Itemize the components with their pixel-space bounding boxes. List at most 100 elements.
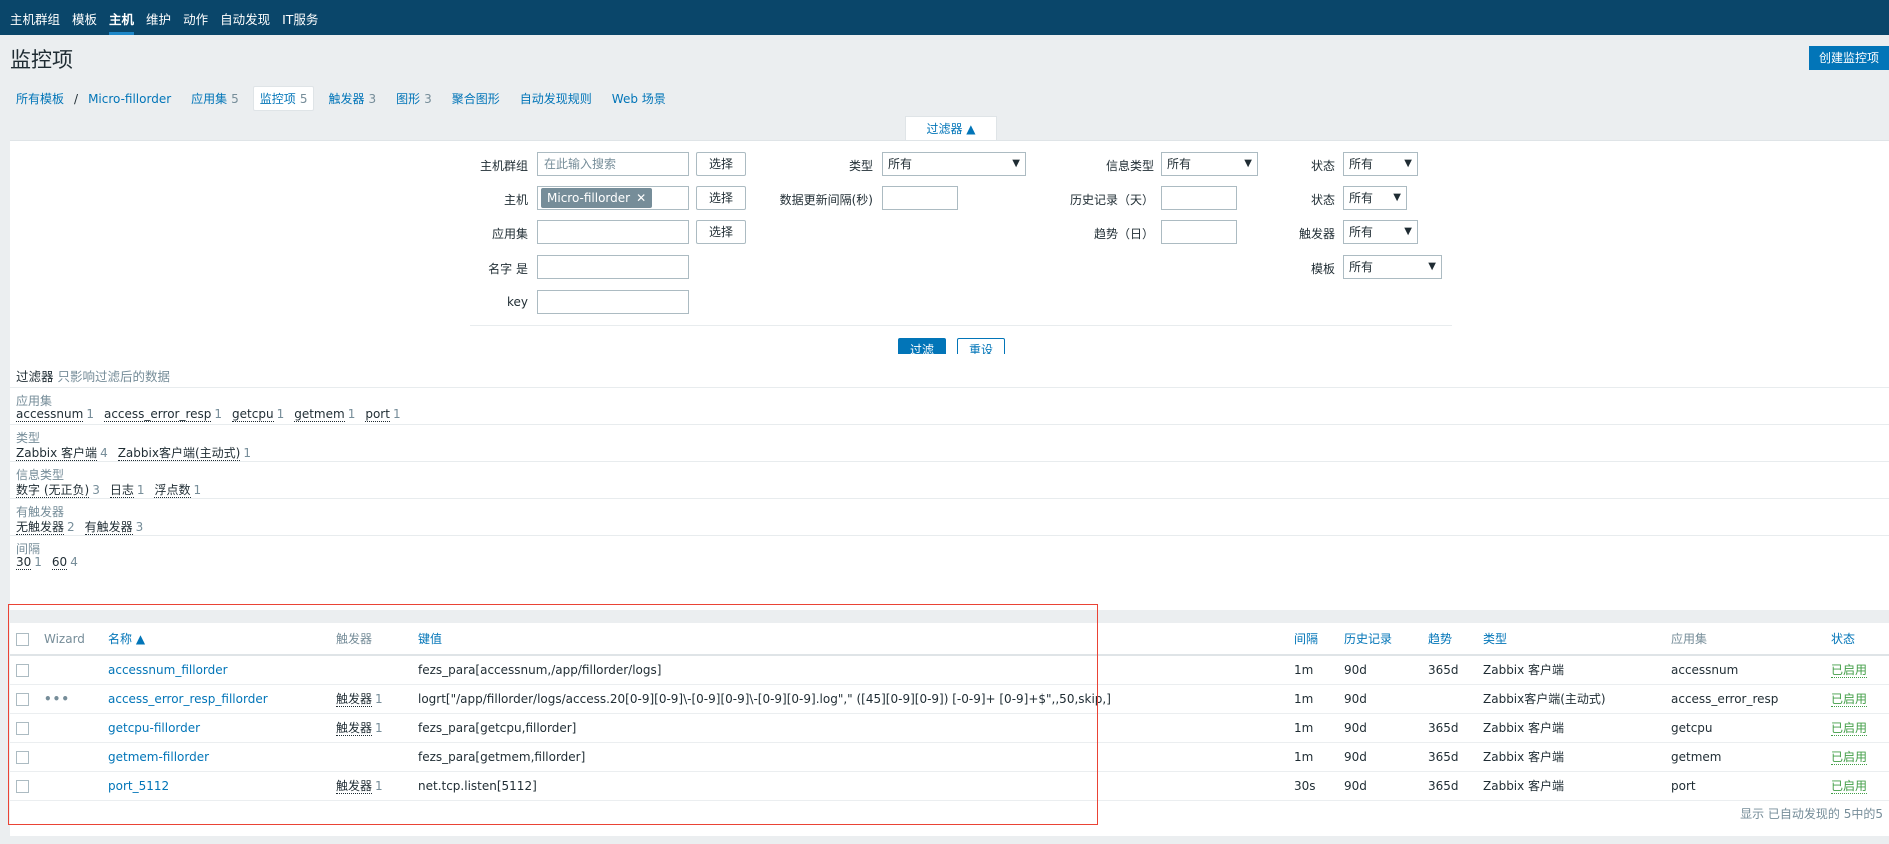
row-checkbox[interactable] bbox=[16, 692, 29, 706]
subfilter-value-label: getcpu bbox=[232, 407, 274, 422]
breadcrumb-item[interactable]: 图形 3 bbox=[390, 87, 438, 110]
item-type: Zabbix 客户端 bbox=[1483, 779, 1565, 793]
app-input[interactable] bbox=[537, 220, 689, 244]
item-name-link[interactable]: getmem-fillorder bbox=[108, 750, 209, 764]
item-application: getcpu bbox=[1671, 720, 1713, 735]
sort-by-key-link[interactable]: 键值 bbox=[418, 632, 442, 646]
triggers-select[interactable]: 所有 ▼ bbox=[1343, 220, 1418, 244]
nav-tab[interactable]: 维护 bbox=[140, 5, 177, 35]
item-name-link[interactable]: accessnum_fillorder bbox=[108, 663, 228, 677]
type-select[interactable]: 所有 ▼ bbox=[882, 152, 1026, 176]
host-group-input[interactable]: 在此输入搜索 bbox=[537, 152, 689, 176]
wizard-menu-icon[interactable]: ••• bbox=[44, 692, 70, 706]
breadcrumb-item[interactable]: 应用集 5 bbox=[185, 87, 245, 110]
breadcrumb-item[interactable]: 监控项 5 bbox=[252, 86, 315, 111]
nav-tab[interactable]: 主机群组 bbox=[4, 5, 66, 35]
subfilter-value[interactable]: getcpu 1 bbox=[232, 407, 284, 422]
subfilter-value[interactable]: 无触发器 2 bbox=[16, 518, 75, 535]
sort-by-history-link[interactable]: 历史记录 bbox=[1344, 632, 1392, 646]
status-toggle-link[interactable]: 已启用 bbox=[1831, 692, 1868, 707]
state-select[interactable]: 所有 ▼ bbox=[1343, 152, 1418, 176]
subfilter-value[interactable]: Zabbix 客户端 4 bbox=[16, 444, 108, 461]
select-all-checkbox[interactable] bbox=[16, 632, 29, 646]
subfilter-value[interactable]: 30 1 bbox=[16, 555, 42, 570]
status-label: 状态 bbox=[1310, 193, 1335, 207]
nav-tab[interactable]: 模板 bbox=[66, 5, 103, 35]
subfilter-value[interactable]: 数字 (无正负) 3 bbox=[16, 481, 100, 498]
sort-by-interval-link[interactable]: 间隔 bbox=[1294, 632, 1318, 646]
subfilter-values: 数字 (无正负) 3 日志 1 浮点数 1 bbox=[16, 481, 211, 498]
item-interval: 1m bbox=[1294, 749, 1314, 764]
status-toggle-link[interactable]: 已启用 bbox=[1831, 750, 1868, 765]
breadcrumb-item[interactable]: 自动发现规则 bbox=[514, 87, 598, 110]
update-interval-input[interactable] bbox=[882, 186, 958, 210]
triggers-link[interactable]: 触发器 bbox=[336, 692, 373, 707]
subfilter-value[interactable]: 日志 1 bbox=[109, 481, 144, 498]
remove-tag-icon[interactable]: ✕ bbox=[636, 191, 646, 205]
status-select[interactable]: 所有 ▼ bbox=[1343, 186, 1407, 210]
page-title: 监控项 bbox=[10, 48, 73, 72]
row-checkbox[interactable] bbox=[16, 663, 29, 677]
row-checkbox[interactable] bbox=[16, 779, 29, 793]
application-cell: accessnum bbox=[1665, 655, 1825, 685]
sort-by-name-link[interactable]: 名称 ▲ bbox=[108, 632, 145, 646]
host-select-button[interactable]: 选择 bbox=[696, 186, 746, 210]
row-checkbox[interactable] bbox=[16, 750, 29, 764]
nav-tab[interactable]: IT服务 bbox=[276, 5, 324, 35]
key-input[interactable] bbox=[537, 290, 689, 314]
breadcrumb-item[interactable]: Micro-fillorder bbox=[82, 89, 177, 109]
triggers-link[interactable]: 触发器 bbox=[336, 779, 373, 794]
subfilter-value-count: 4 bbox=[70, 555, 78, 569]
subfilter-value[interactable]: port 1 bbox=[365, 407, 401, 422]
status-toggle-link[interactable]: 已启用 bbox=[1831, 779, 1868, 794]
nav-tab[interactable]: 自动发现 bbox=[214, 5, 276, 35]
select-all-cell bbox=[10, 623, 38, 656]
history-input[interactable] bbox=[1161, 186, 1237, 210]
subfilter-value[interactable]: 有触发器 3 bbox=[84, 518, 143, 535]
nav-tab[interactable]: 主机 bbox=[103, 5, 140, 35]
breadcrumb-label: 聚合图形 bbox=[451, 92, 500, 106]
table-row: port_5112 触发器 1 net.tcp.listen[5112] 30s 90d 3… bbox=[10, 771, 1889, 801]
filter-toggle-tab[interactable]: 过滤器 ▲ bbox=[905, 116, 997, 140]
breadcrumb-item[interactable]: Web 场景 bbox=[606, 87, 672, 110]
breadcrumb-item[interactable]: 触发器 3 bbox=[322, 87, 382, 110]
item-name-link[interactable]: port_5112 bbox=[108, 779, 169, 793]
sort-by-type-link[interactable]: 类型 bbox=[1483, 632, 1507, 646]
name-cell: getmem-fillorder bbox=[102, 742, 330, 772]
breadcrumb-label: 监控项 bbox=[259, 92, 296, 106]
subfilter-value[interactable]: Zabbix客户端(主动式) 1 bbox=[117, 444, 251, 461]
item-application: accessnum bbox=[1671, 662, 1739, 677]
name-input[interactable] bbox=[537, 255, 689, 279]
host-group-select-button[interactable]: 选择 bbox=[696, 152, 746, 176]
breadcrumb-item[interactable]: 所有模板 bbox=[10, 87, 70, 110]
host-multiselect[interactable]: Micro-fillorder ✕ bbox=[537, 186, 689, 210]
wizard-cell bbox=[38, 771, 102, 801]
triggers-link[interactable]: 触发器 bbox=[336, 721, 373, 736]
sort-by-status-link[interactable]: 状态 bbox=[1831, 632, 1855, 646]
status-toggle-link[interactable]: 已启用 bbox=[1831, 663, 1868, 679]
item-name-link[interactable]: getcpu-fillorder bbox=[108, 721, 200, 735]
subfilter-value[interactable]: getmem 1 bbox=[294, 407, 355, 422]
info-type-select[interactable]: 所有 ▼ bbox=[1161, 152, 1258, 176]
sort-by-trends-link[interactable]: 趋势 bbox=[1428, 632, 1452, 646]
triggers-cell bbox=[330, 742, 412, 772]
item-interval: 30s bbox=[1294, 778, 1316, 793]
template-select[interactable]: 所有 ▼ bbox=[1343, 255, 1442, 279]
status-toggle-link[interactable]: 已启用 bbox=[1831, 721, 1868, 736]
subfilter-value[interactable]: 浮点数 1 bbox=[154, 481, 201, 498]
subfilter-value[interactable]: 60 4 bbox=[51, 555, 78, 570]
item-key: fezs_para[getcpu,fillorder] bbox=[418, 720, 577, 735]
subfilter-value[interactable]: access_error_resp 1 bbox=[103, 407, 222, 422]
create-item-button[interactable]: 创建监控项 bbox=[1809, 46, 1889, 70]
app-select-button[interactable]: 选择 bbox=[696, 220, 746, 244]
breadcrumb-item[interactable]: 聚合图形 bbox=[446, 87, 506, 110]
item-name-link[interactable]: access_error_resp_fillorder bbox=[108, 692, 268, 706]
trends-input[interactable] bbox=[1161, 220, 1237, 244]
row-checkbox[interactable] bbox=[16, 721, 29, 735]
nav-tab[interactable]: 动作 bbox=[177, 5, 214, 35]
host-tag: Micro-fillorder ✕ bbox=[541, 188, 653, 208]
subfilter-value[interactable]: accessnum 1 bbox=[16, 407, 94, 422]
wizard-cell bbox=[38, 713, 102, 743]
info-type-select-value: 所有 bbox=[1167, 157, 1192, 171]
subfilter-value-label: 无触发器 bbox=[16, 520, 65, 535]
